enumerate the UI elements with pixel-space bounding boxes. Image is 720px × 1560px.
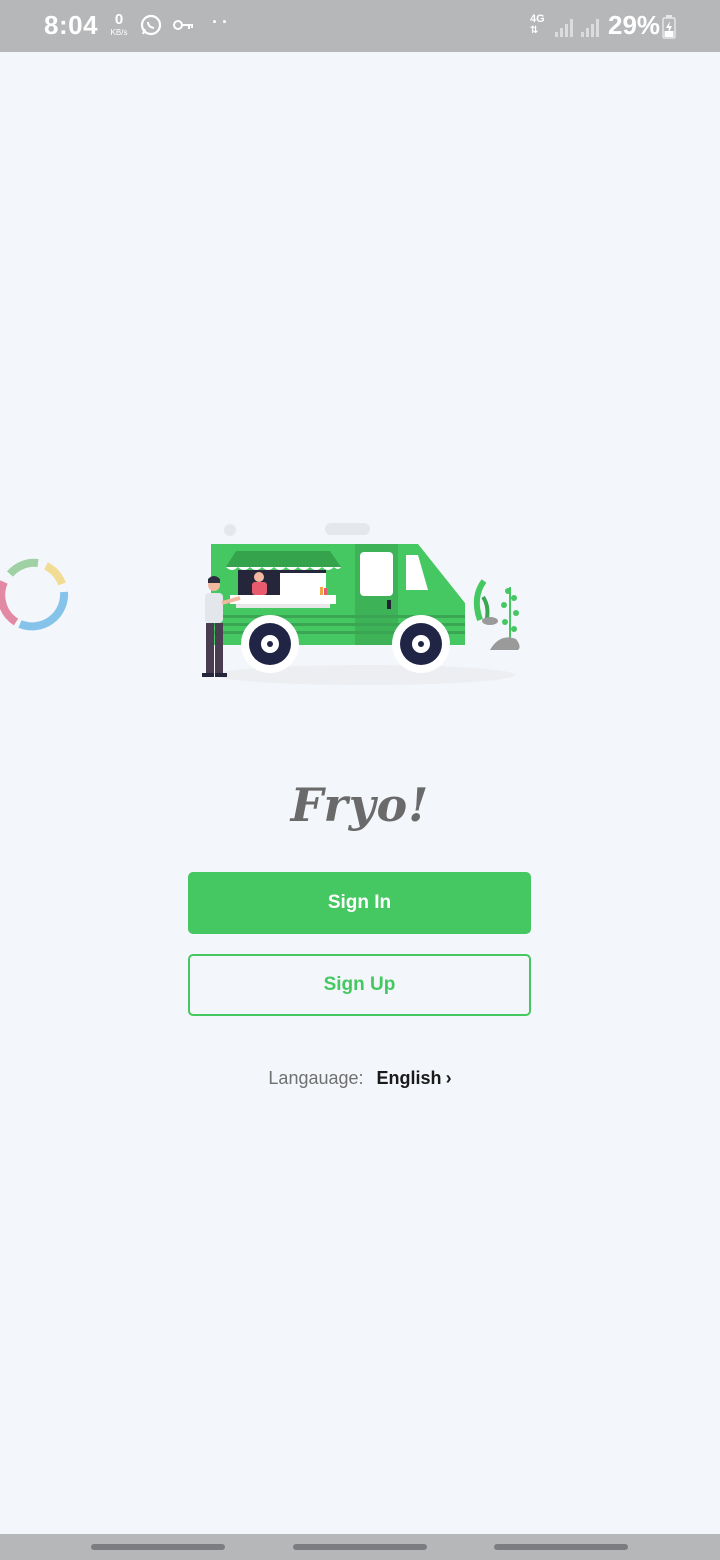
language-value-link[interactable]: English › — [377, 1068, 452, 1088]
loading-spinner-icon — [0, 556, 70, 632]
signal-icon — [554, 16, 576, 43]
language-selector: Langauage: English › — [0, 1068, 720, 1089]
nav-home-button[interactable] — [293, 1544, 427, 1550]
network-speed-value: 0 — [114, 11, 124, 28]
battery-percent: 29% — [608, 10, 661, 40]
language-label: Langauage: — [268, 1068, 364, 1088]
sign-up-button[interactable]: Sign Up — [188, 954, 531, 1016]
language-value[interactable]: English — [377, 1068, 442, 1088]
key-icon — [173, 18, 195, 37]
screen: 8:04 0 KB/s ·· 4G ⇅ 29% Fryo! Sign In Si… — [0, 0, 720, 1560]
status-bar: 8:04 0 KB/s ·· 4G ⇅ 29% — [0, 0, 720, 52]
network-speed: 0 KB/s — [106, 12, 132, 37]
data-arrows-icon: ⇅ — [530, 25, 539, 36]
whatsapp-icon — [140, 14, 162, 41]
nav-recents-button[interactable] — [91, 1544, 225, 1550]
chevron-right-icon[interactable]: › — [446, 1068, 452, 1088]
sign-in-button[interactable]: Sign In — [188, 872, 531, 934]
status-time: 8:04 — [44, 10, 99, 40]
more-dots-icon: ·· — [212, 12, 232, 32]
signal-2-icon — [580, 16, 602, 43]
network-type: 4G ⇅ — [530, 14, 545, 36]
network-speed-unit: KB/s — [110, 28, 128, 37]
food-truck-illustration — [190, 515, 530, 690]
navigation-bar — [0, 1534, 720, 1560]
nav-back-button[interactable] — [494, 1544, 628, 1550]
battery-charging-icon — [662, 15, 676, 44]
network-type-label: 4G — [530, 13, 545, 25]
app-logo: Fryo! — [290, 778, 430, 832]
